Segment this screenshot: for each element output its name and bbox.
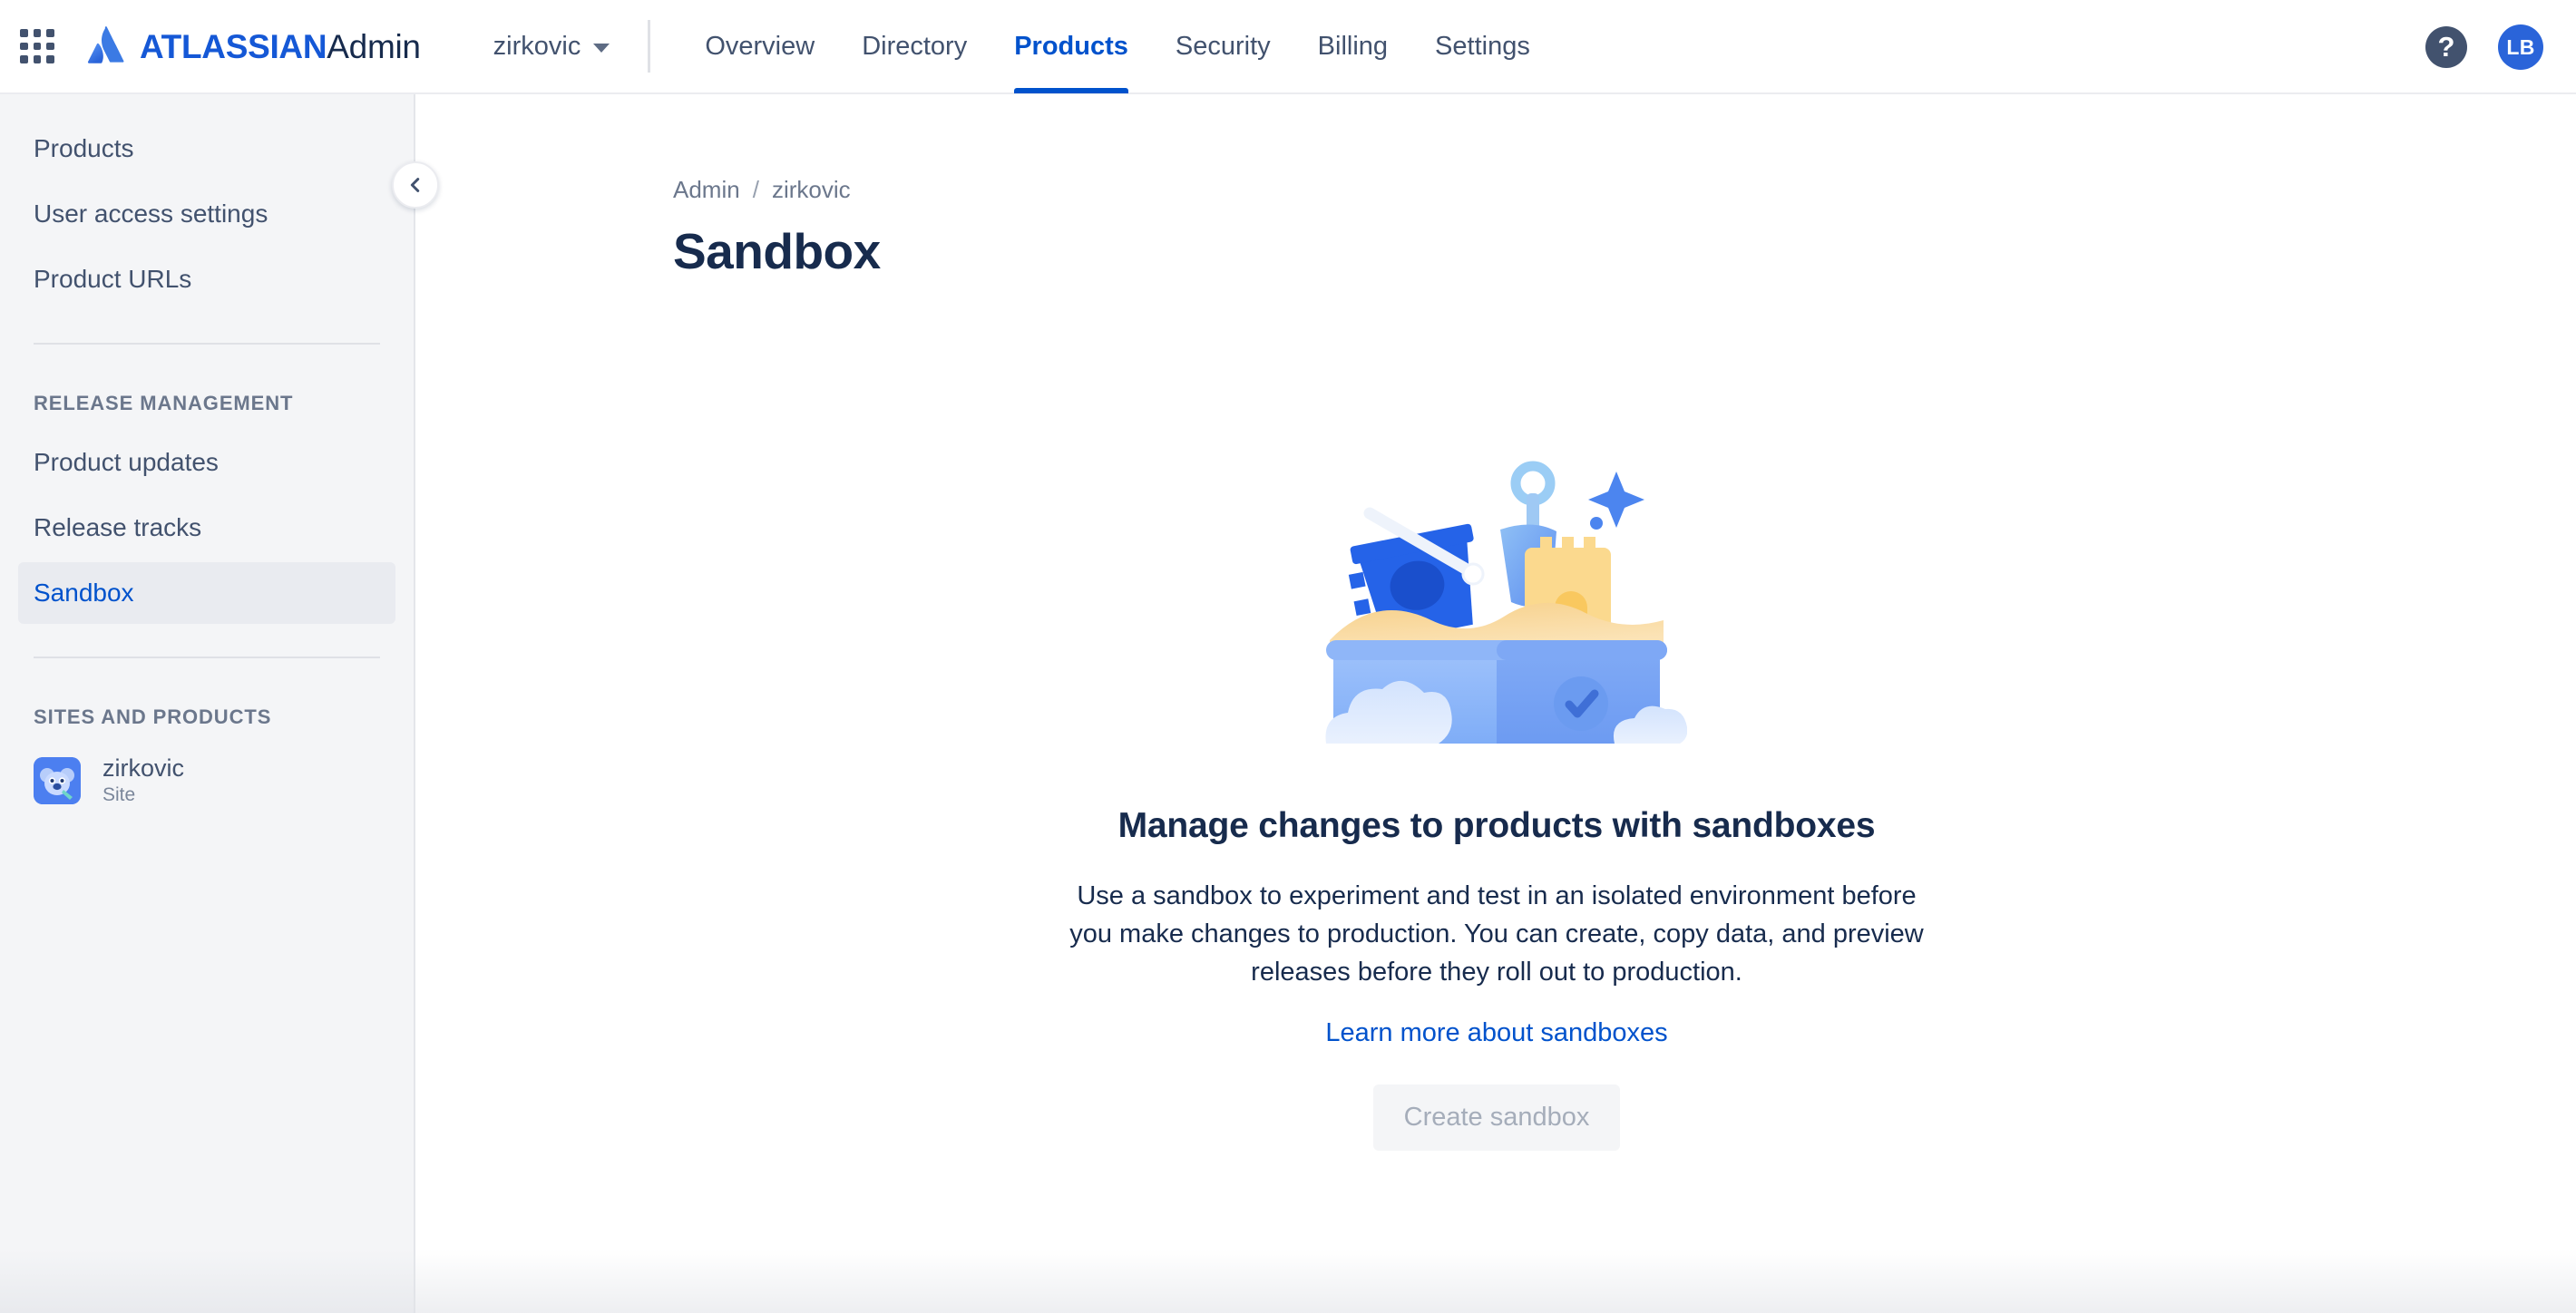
sidebar-heading-release-management: RELEASE MANAGEMENT xyxy=(34,392,294,414)
tab-security[interactable]: Security xyxy=(1152,0,1294,93)
top-nav-actions: ? LB xyxy=(2425,0,2543,94)
koala-site-icon xyxy=(34,756,81,804)
create-sandbox-button[interactable]: Create sandbox xyxy=(1372,1084,1621,1152)
grid-apps-icon[interactable] xyxy=(16,25,58,67)
primary-tabs: Overview Directory Products Security Bil… xyxy=(681,0,1554,93)
tab-billing[interactable]: Billing xyxy=(1294,0,1411,93)
tab-settings[interactable]: Settings xyxy=(1411,0,1554,93)
breadcrumb-separator: / xyxy=(752,176,759,203)
sidebar: Products User access settings Product UR… xyxy=(0,94,415,1313)
nav-divider xyxy=(648,20,651,73)
tab-products[interactable]: Products xyxy=(990,0,1152,93)
sidebar-item-sandbox[interactable]: Sandbox xyxy=(18,562,395,624)
breadcrumb-item-admin[interactable]: Admin xyxy=(673,176,740,204)
sidebar-item-products[interactable]: Products xyxy=(18,118,395,180)
sidebar-item-release-tracks[interactable]: Release tracks xyxy=(18,497,395,559)
organization-name: zirkovic xyxy=(493,31,581,61)
sidebar-divider-2 xyxy=(34,656,380,658)
chevron-left-icon xyxy=(410,178,420,192)
sidebar-item-user-access-settings[interactable]: User access settings xyxy=(18,183,395,245)
atlassian-logo-icon xyxy=(87,26,124,63)
brand-atlassian-text: ATLASSIAN xyxy=(140,27,327,65)
sandbox-illustration xyxy=(1325,461,1687,744)
brand-admin-text: Admin xyxy=(327,27,421,65)
organization-selector[interactable]: zirkovic xyxy=(488,24,616,69)
sidebar-divider-1 xyxy=(34,343,380,345)
tab-directory[interactable]: Directory xyxy=(838,0,990,93)
learn-more-link[interactable]: Learn more about sandboxes xyxy=(1325,1018,1667,1048)
main-content: Admin / zirkovic Sandbox Manage changes … xyxy=(417,94,2576,1313)
sidebar-collapse-button[interactable] xyxy=(392,161,439,209)
avatar[interactable]: LB xyxy=(2498,24,2543,70)
breadcrumb: Admin / zirkovic xyxy=(673,176,2576,204)
top-navigation-bar: ATLASSIANAdmin zirkovic Overview Directo… xyxy=(0,0,2576,94)
question-mark-icon[interactable]: ? xyxy=(2425,26,2467,68)
brand-home-link[interactable]: ATLASSIANAdmin xyxy=(85,25,421,67)
sidebar-item-product-urls[interactable]: Product URLs xyxy=(18,248,395,310)
page-title: Sandbox xyxy=(673,223,881,279)
tab-overview[interactable]: Overview xyxy=(681,0,838,93)
chevron-down-icon xyxy=(593,44,610,53)
site-name: zirkovic xyxy=(102,754,185,782)
empty-state-title: Manage changes to products with sandboxe… xyxy=(1117,806,1876,845)
sidebar-item-product-updates[interactable]: Product updates xyxy=(18,432,395,493)
sidebar-heading-sites-and-products: SITES AND PRODUCTS xyxy=(34,705,272,728)
admin-page-root: ATLASSIANAdmin zirkovic Overview Directo… xyxy=(0,0,2576,1313)
empty-state-body: Use a sandbox to experiment and test in … xyxy=(1069,881,1924,987)
sidebar-content: Products User access settings Product UR… xyxy=(0,118,414,815)
site-meta: zirkovic Site xyxy=(102,754,184,806)
site-type: Site xyxy=(102,784,136,806)
sidebar-site-zirkovic[interactable]: zirkovic Site xyxy=(18,745,395,815)
brand-title: ATLASSIANAdmin xyxy=(140,30,421,63)
empty-state: Manage changes to products with sandboxe… xyxy=(417,446,2576,1152)
breadcrumb-item-zirkovic[interactable]: zirkovic xyxy=(772,176,851,204)
